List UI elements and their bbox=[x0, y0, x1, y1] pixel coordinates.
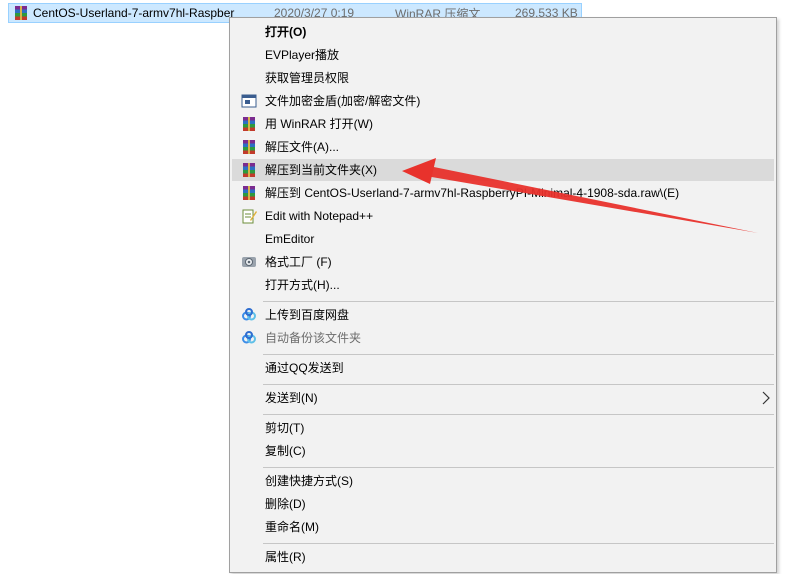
menu-item-label: 通过QQ发送到 bbox=[265, 361, 344, 375]
menu-item-send-to[interactable]: 发送到(N) bbox=[232, 387, 774, 409]
menu-item-label: 上传到百度网盘 bbox=[265, 308, 350, 322]
menu-item-rename[interactable]: 重命名(M) bbox=[232, 516, 774, 538]
menu-item-properties[interactable]: 属性(R) bbox=[232, 546, 774, 568]
menu-separator bbox=[263, 354, 774, 355]
winrar-icon bbox=[243, 186, 255, 200]
menu-item-label: 删除(D) bbox=[265, 497, 306, 511]
menu-item-label: Edit with Notepad++ bbox=[265, 209, 374, 223]
menu-item-label: 打开(O) bbox=[265, 25, 307, 39]
menu-item-label: 解压文件(A)... bbox=[265, 140, 339, 154]
menu-item-label: 用 WinRAR 打开(W) bbox=[265, 117, 373, 131]
format-factory-icon bbox=[242, 257, 256, 267]
menu-item-label: 解压到当前文件夹(X) bbox=[265, 163, 377, 177]
notepad-plus-plus-icon bbox=[242, 209, 257, 224]
menu-item-label: 获取管理员权限 bbox=[265, 71, 350, 85]
menu-separator bbox=[263, 467, 774, 468]
winrar-icon bbox=[243, 140, 255, 154]
menu-item-open-winrar[interactable]: 用 WinRAR 打开(W) bbox=[232, 113, 774, 135]
menu-item-label: EVPlayer播放 bbox=[265, 48, 340, 62]
menu-item-label: 解压到 CentOS-Userland-7-armv7hl-RaspberryP… bbox=[265, 186, 680, 200]
winrar-icon bbox=[243, 117, 255, 131]
winrar-icon bbox=[243, 163, 255, 177]
menu-item-label: 发送到(N) bbox=[265, 391, 318, 405]
menu-item-emeditor[interactable]: EmEditor bbox=[232, 228, 774, 250]
menu-item-label: 格式工厂 (F) bbox=[265, 255, 332, 269]
menu-item-format-factory[interactable]: 格式工厂 (F) bbox=[232, 251, 774, 273]
menu-item-qq-send[interactable]: 通过QQ发送到 bbox=[232, 357, 774, 379]
menu-separator bbox=[263, 301, 774, 302]
menu-item-label: 打开方式(H)... bbox=[265, 278, 340, 292]
baidu-netdisk-icon bbox=[242, 331, 256, 344]
context-menu: 打开(O) EVPlayer播放 获取管理员权限 文件加密金盾(加密/解密文件)… bbox=[229, 17, 777, 573]
menu-item-notepad[interactable]: Edit with Notepad++ bbox=[232, 205, 774, 227]
menu-item-cut[interactable]: 剪切(T) bbox=[232, 417, 774, 439]
chevron-right-icon bbox=[762, 391, 770, 405]
menu-item-label: 文件加密金盾(加密/解密文件) bbox=[265, 94, 421, 108]
menu-item-evplayer[interactable]: EVPlayer播放 bbox=[232, 44, 774, 66]
menu-item-label: EmEditor bbox=[265, 232, 315, 246]
menu-item-extract-to[interactable]: 解压到 CentOS-Userland-7-armv7hl-RaspberryP… bbox=[232, 182, 774, 204]
baidu-netdisk-icon bbox=[242, 308, 256, 321]
menu-item-delete[interactable]: 删除(D) bbox=[232, 493, 774, 515]
menu-separator bbox=[263, 414, 774, 415]
menu-item-extract-here[interactable]: 解压到当前文件夹(X) bbox=[232, 159, 774, 181]
menu-item-baidu-upload[interactable]: 上传到百度网盘 bbox=[232, 304, 774, 326]
menu-item-extract-files[interactable]: 解压文件(A)... bbox=[232, 136, 774, 158]
menu-item-label: 复制(C) bbox=[265, 444, 306, 458]
menu-item-label: 创建快捷方式(S) bbox=[265, 474, 353, 488]
menu-item-open-with[interactable]: 打开方式(H)... bbox=[232, 274, 774, 296]
menu-item-encrypt[interactable]: 文件加密金盾(加密/解密文件) bbox=[232, 90, 774, 112]
menu-item-label: 剪切(T) bbox=[265, 421, 305, 435]
file-name: CentOS-Userland-7-armv7hl-Raspber bbox=[33, 6, 235, 20]
menu-item-label: 重命名(M) bbox=[265, 520, 319, 534]
menu-separator bbox=[263, 543, 774, 544]
menu-item-label: 自动备份该文件夹 bbox=[265, 331, 362, 345]
menu-item-open[interactable]: 打开(O) bbox=[232, 21, 774, 43]
menu-item-label: 属性(R) bbox=[265, 550, 306, 564]
winrar-archive-icon bbox=[15, 6, 27, 20]
menu-item-create-shortcut[interactable]: 创建快捷方式(S) bbox=[232, 470, 774, 492]
menu-item-copy[interactable]: 复制(C) bbox=[232, 440, 774, 462]
menu-separator bbox=[263, 384, 774, 385]
menu-item-admin[interactable]: 获取管理员权限 bbox=[232, 67, 774, 89]
menu-item-baidu-backup[interactable]: 自动备份该文件夹 bbox=[232, 327, 774, 349]
encrypt-shield-icon bbox=[241, 94, 257, 108]
